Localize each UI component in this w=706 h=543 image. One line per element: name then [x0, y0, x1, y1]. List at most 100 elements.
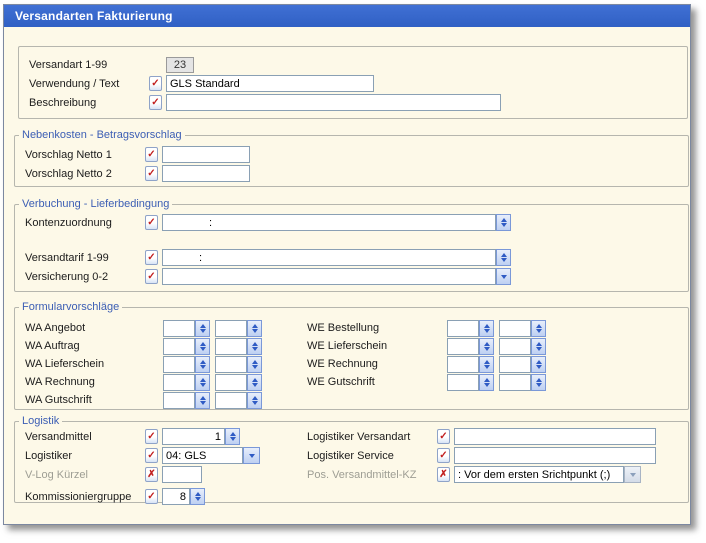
spin-down-icon	[484, 329, 490, 333]
spinner-button[interactable]	[531, 320, 546, 337]
spinner-button[interactable]	[531, 356, 546, 373]
check-flag-icon[interactable]: ✓	[145, 448, 158, 463]
spinner-button[interactable]	[479, 356, 494, 373]
vlog-input[interactable]	[162, 466, 202, 483]
check-flag-icon[interactable]: ✓	[145, 429, 158, 444]
spin-up-icon	[484, 324, 490, 328]
vorschlag2-label: Vorschlag Netto 2	[25, 168, 145, 180]
form-nr-input[interactable]	[163, 320, 195, 337]
spinner-button[interactable]	[479, 320, 494, 337]
form-nr-input[interactable]	[499, 374, 531, 391]
spin-down-icon	[252, 347, 258, 351]
vorschlag2-input[interactable]	[162, 165, 250, 182]
logistiker-service-input[interactable]	[454, 447, 656, 464]
spinner-button[interactable]	[195, 356, 210, 373]
verbuchung-legend: Verbuchung - Lieferbedingung	[19, 198, 172, 210]
spinner-button[interactable]	[479, 338, 494, 355]
logistiker-dropdown	[162, 447, 260, 464]
versandmittel-spinner	[162, 428, 240, 445]
check-flag-icon[interactable]: ✓	[145, 269, 158, 284]
formular-right-label: WE Lieferschein	[307, 340, 447, 352]
spinner-button[interactable]	[247, 356, 262, 373]
form-nr-input[interactable]	[499, 338, 531, 355]
check-flag-icon[interactable]: ✓	[437, 448, 450, 463]
check-flag-icon[interactable]: ✓	[149, 76, 162, 91]
check-flag-icon[interactable]: ✓	[145, 489, 158, 504]
dropdown-button[interactable]	[496, 268, 511, 285]
spinner-button[interactable]	[531, 338, 546, 355]
check-flag-icon[interactable]: ✓	[145, 250, 158, 265]
spinner-button[interactable]	[195, 374, 210, 391]
spin-down-icon	[501, 258, 507, 262]
form-nr-input[interactable]	[447, 320, 479, 337]
vorschlag1-input[interactable]	[162, 146, 250, 163]
check-flag-icon[interactable]: ✓	[437, 429, 450, 444]
form-nr-input[interactable]	[163, 374, 195, 391]
kommissioniergruppe-input[interactable]	[162, 488, 190, 505]
spin-up-icon	[252, 378, 258, 382]
form-nr-input[interactable]	[215, 338, 247, 355]
logistik-right: Pos. Versandmittel-KZ ✗	[307, 465, 641, 484]
window-titlebar: Versandarten Fakturierung	[4, 5, 690, 27]
spin-up-icon	[536, 324, 542, 328]
formular-right: WE Bestellung	[307, 319, 551, 337]
spinner-button[interactable]	[247, 320, 262, 337]
verwendung-input[interactable]	[166, 75, 374, 92]
form-nr-input[interactable]	[499, 356, 531, 373]
spin-down-icon	[200, 383, 206, 387]
row-vlog-kuerzel: V-Log Kürzel ✗ Pos. Versandmittel-KZ ✗	[15, 465, 688, 484]
pos-versandmittel-kz-input[interactable]	[454, 466, 624, 483]
spin-down-icon	[484, 383, 490, 387]
cross-flag-icon[interactable]: ✗	[437, 467, 450, 482]
check-flag-icon[interactable]: ✓	[149, 95, 162, 110]
spinner-button[interactable]	[195, 320, 210, 337]
dropdown-button[interactable]	[243, 447, 260, 464]
beschreibung-input[interactable]	[166, 94, 501, 111]
form-nr-input[interactable]	[447, 338, 479, 355]
form-nr-input[interactable]	[215, 320, 247, 337]
versandart-label: Versandart 1-99	[29, 59, 149, 71]
form-nr-input[interactable]	[215, 392, 247, 409]
form-nr-input[interactable]	[447, 356, 479, 373]
formular-row-5: WA Gutschrift	[15, 391, 688, 409]
spinner-button[interactable]	[496, 249, 511, 266]
form-nr-input[interactable]	[163, 338, 195, 355]
form-nr-input[interactable]	[163, 392, 195, 409]
row-logistiker: Logistiker ✓ Logistiker Service ✓	[15, 446, 688, 465]
logistiker-input[interactable]	[162, 447, 243, 464]
dropdown-button[interactable]	[624, 466, 641, 483]
spinner-button[interactable]	[190, 488, 205, 505]
spinner-button[interactable]	[247, 392, 262, 409]
spin-up-icon	[252, 360, 258, 364]
versandmittel-input[interactable]	[162, 428, 225, 445]
form-nr-input[interactable]	[499, 320, 531, 337]
versicherung-input[interactable]	[162, 268, 496, 285]
spin-down-icon	[252, 383, 258, 387]
logistiker-versandart-input[interactable]	[454, 428, 656, 445]
versandtarif-input[interactable]	[162, 249, 496, 266]
spinner-button[interactable]	[247, 338, 262, 355]
kontenzuordnung-input[interactable]	[162, 214, 496, 231]
spin-down-icon	[200, 347, 206, 351]
spinner-button[interactable]	[479, 374, 494, 391]
cross-flag-icon[interactable]: ✗	[145, 467, 158, 482]
spinner-button[interactable]	[195, 338, 210, 355]
check-flag-icon[interactable]: ✓	[145, 215, 158, 230]
form-nr-input[interactable]	[447, 374, 479, 391]
row-versicherung: Versicherung 0-2 ✓	[15, 267, 688, 286]
spin-down-icon	[252, 329, 258, 333]
form-nr-input[interactable]	[163, 356, 195, 373]
row-beschreibung: Beschreibung ✓	[19, 93, 687, 112]
form-nr-input[interactable]	[215, 374, 247, 391]
logistiker-label: Logistiker	[25, 450, 145, 462]
spinner-button[interactable]	[247, 374, 262, 391]
spacer	[15, 232, 688, 248]
spinner-button[interactable]	[496, 214, 511, 231]
check-flag-icon[interactable]: ✓	[145, 166, 158, 181]
spinner-button[interactable]	[225, 428, 240, 445]
spinner-button[interactable]	[195, 392, 210, 409]
check-flag-icon[interactable]: ✓	[145, 147, 158, 162]
spinner-button[interactable]	[531, 374, 546, 391]
form-nr-input[interactable]	[215, 356, 247, 373]
logistiker-versandart-label: Logistiker Versandart	[307, 431, 437, 443]
